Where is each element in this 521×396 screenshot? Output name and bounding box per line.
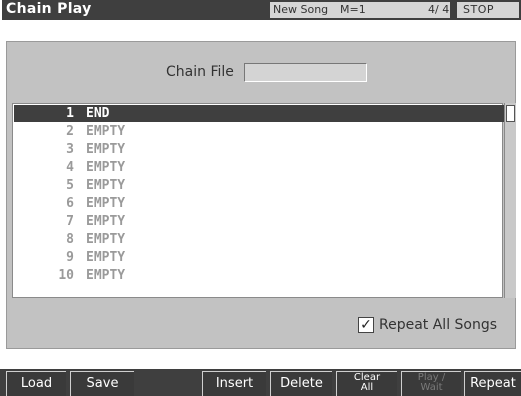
- list-item-name: EMPTY: [86, 160, 126, 175]
- repeat-all-songs-checkbox[interactable]: ✓: [358, 317, 374, 333]
- function-bar: Load Save Insert Delete Clear All Play /…: [0, 369, 521, 396]
- list-item-name: EMPTY: [86, 268, 126, 283]
- list-item-number: 1: [66, 106, 74, 121]
- list-item-name: EMPTY: [86, 178, 126, 193]
- chain-file-field[interactable]: [244, 63, 367, 82]
- list-item-number: 8: [66, 232, 74, 247]
- list-item-number: 5: [66, 178, 74, 193]
- list-item-name: EMPTY: [86, 142, 126, 157]
- blank-function-button: [138, 371, 199, 396]
- repeat-button[interactable]: Repeat: [464, 371, 521, 396]
- clear-all-button[interactable]: Clear All: [336, 371, 397, 396]
- insert-button[interactable]: Insert: [202, 371, 266, 396]
- scroll-thumb[interactable]: [506, 105, 515, 122]
- time-signature: 4/ 4: [428, 3, 450, 16]
- list-scrollbar[interactable]: [504, 103, 516, 298]
- list-item-name: EMPTY: [86, 232, 126, 247]
- clear-all-label-line2: All: [360, 382, 374, 393]
- save-button[interactable]: Save: [70, 371, 134, 396]
- page-title: Chain Play: [6, 1, 92, 17]
- list-item-name: END: [86, 106, 110, 121]
- load-button[interactable]: Load: [6, 371, 66, 396]
- repeat-all-songs-label: Repeat All Songs: [379, 317, 498, 333]
- list-item-name: EMPTY: [86, 214, 126, 229]
- list-item[interactable]: 9 EMPTY: [14, 249, 504, 266]
- chain-list[interactable]: 1 END 2 EMPTY 3 EMPTY 4 EMPTY 5 EMPTY 6 …: [12, 103, 504, 298]
- list-item[interactable]: 8 EMPTY: [14, 231, 504, 248]
- list-item-number: 6: [66, 196, 74, 211]
- list-item[interactable]: 3 EMPTY: [14, 141, 504, 158]
- list-item-number: 3: [66, 142, 74, 157]
- transport-state: STOP: [457, 2, 519, 18]
- list-item[interactable]: 1 END: [14, 105, 504, 122]
- play-wait-button[interactable]: Play / Wait: [401, 371, 461, 396]
- list-item[interactable]: 6 EMPTY: [14, 195, 504, 212]
- list-item-name: EMPTY: [86, 250, 126, 265]
- measure-readout: M=1: [340, 3, 366, 16]
- list-item[interactable]: 5 EMPTY: [14, 177, 504, 194]
- delete-button[interactable]: Delete: [270, 371, 332, 396]
- list-item-number: 2: [66, 124, 74, 139]
- list-item-number: 7: [66, 214, 74, 229]
- list-item[interactable]: 10 EMPTY: [14, 267, 504, 284]
- list-item[interactable]: 7 EMPTY: [14, 213, 504, 230]
- list-item-name: EMPTY: [86, 196, 126, 211]
- chain-file-label: Chain File: [166, 64, 234, 80]
- title-bar: Chain Play New Song M=1 4/ 4 STOP: [2, 0, 521, 20]
- list-item[interactable]: 2 EMPTY: [14, 123, 504, 140]
- list-item[interactable]: 4 EMPTY: [14, 159, 504, 176]
- play-wait-label-line2: Wait: [420, 382, 443, 393]
- list-item-number: 10: [58, 268, 74, 283]
- list-item-name: EMPTY: [86, 124, 126, 139]
- list-item-number: 9: [66, 250, 74, 265]
- list-item-number: 4: [66, 160, 74, 175]
